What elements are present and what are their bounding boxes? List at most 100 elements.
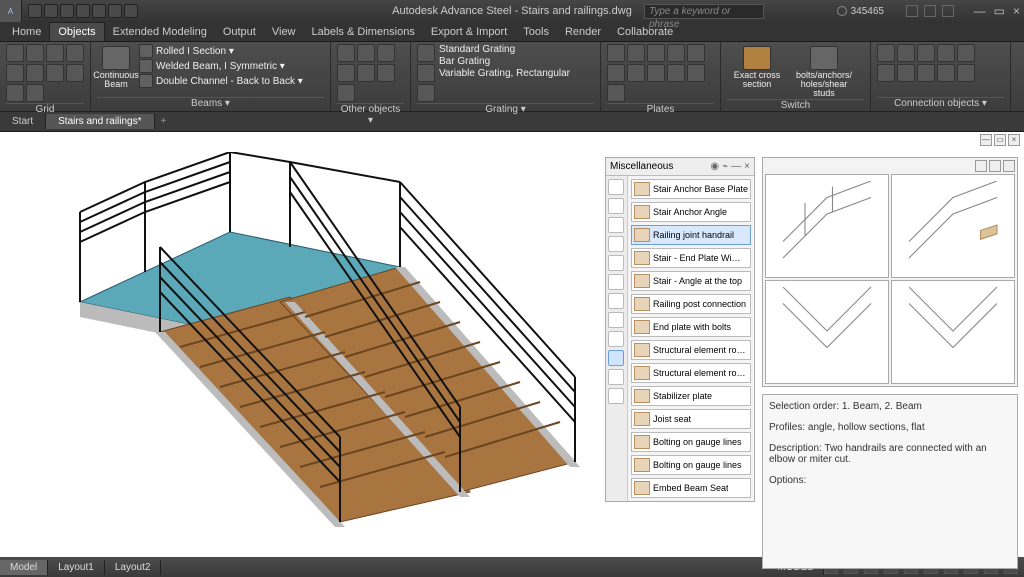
- palette-item[interactable]: Structural element ro…: [631, 363, 751, 383]
- obj-icon[interactable]: [377, 44, 395, 62]
- doc-tab-stairs[interactable]: Stairs and railings*: [46, 114, 154, 129]
- palette-item[interactable]: Stair Anchor Base Plate: [631, 179, 751, 199]
- conn-icon[interactable]: [877, 44, 895, 62]
- tab-output[interactable]: Output: [215, 23, 264, 41]
- palette-cat-icon[interactable]: [608, 274, 624, 290]
- grid-icon[interactable]: [6, 44, 24, 62]
- help-icon[interactable]: [924, 5, 936, 17]
- conn-icon[interactable]: [917, 64, 935, 82]
- qat-icon[interactable]: [44, 4, 58, 18]
- preview-close-icon[interactable]: [1003, 160, 1015, 172]
- palette-item[interactable]: Embed Beam Seat: [631, 478, 751, 498]
- palette-item[interactable]: Stair - Angle at the top: [631, 271, 751, 291]
- tab-labels-dimensions[interactable]: Labels & Dimensions: [304, 23, 423, 41]
- plate-icon[interactable]: [607, 44, 625, 62]
- palette-item[interactable]: Bolting on gauge lines: [631, 432, 751, 452]
- obj-icon[interactable]: [337, 44, 355, 62]
- minimize-button[interactable]: —: [974, 4, 986, 18]
- tab-render[interactable]: Render: [557, 23, 609, 41]
- grating-icon[interactable]: [417, 44, 435, 62]
- layout-tab-model[interactable]: Model: [0, 560, 48, 575]
- conn-icon[interactable]: [957, 64, 975, 82]
- user-account[interactable]: 345465: [837, 6, 884, 17]
- qat-icon[interactable]: [108, 4, 122, 18]
- doc-tab-start[interactable]: Start: [0, 114, 46, 129]
- variable-grating[interactable]: Variable Grating, Rectangular: [439, 68, 570, 79]
- conn-icon[interactable]: [957, 44, 975, 62]
- plate-icon[interactable]: [667, 44, 685, 62]
- obj-icon[interactable]: [357, 64, 375, 82]
- continuous-beam-button[interactable]: Continuous Beam: [97, 44, 135, 89]
- obj-icon[interactable]: [337, 84, 355, 102]
- palette-item[interactable]: Stair - End Plate Wi…: [631, 248, 751, 268]
- preview-thumb[interactable]: [765, 174, 889, 278]
- palette-cat-icon[interactable]: [608, 350, 624, 366]
- palette-cat-icon[interactable]: [608, 236, 624, 252]
- palette-header[interactable]: Miscellaneous ◉ ⌁ — ×: [606, 158, 754, 176]
- tab-home[interactable]: Home: [4, 23, 49, 41]
- new-tab-button[interactable]: +: [155, 116, 173, 127]
- layout-tab-1[interactable]: Layout1: [48, 560, 105, 575]
- close-button[interactable]: ×: [1013, 4, 1020, 18]
- grid-icon[interactable]: [6, 64, 24, 82]
- qat-icon[interactable]: [28, 4, 42, 18]
- camera-icon[interactable]: ◉: [710, 161, 719, 172]
- palette-item[interactable]: Bolting on gauge lines: [631, 455, 751, 475]
- help-dropdown-icon[interactable]: [942, 5, 954, 17]
- plate-icon[interactable]: [607, 84, 625, 102]
- search-input[interactable]: Type a keyword or phrase: [644, 4, 764, 19]
- grid-icon[interactable]: [46, 44, 64, 62]
- vp-min-icon[interactable]: —: [980, 134, 992, 146]
- conn-icon[interactable]: [917, 44, 935, 62]
- grid-icon[interactable]: [26, 44, 44, 62]
- tab-extended-modeling[interactable]: Extended Modeling: [105, 23, 215, 41]
- welded-beam[interactable]: Welded Beam, I Symmetric ▾: [139, 59, 303, 73]
- grid-icon[interactable]: [26, 84, 44, 102]
- minimize-icon[interactable]: —: [731, 161, 741, 172]
- preview-thumb[interactable]: [765, 280, 889, 384]
- tab-tools[interactable]: Tools: [515, 23, 557, 41]
- conn-icon[interactable]: [897, 44, 915, 62]
- grid-icon[interactable]: [26, 64, 44, 82]
- qat-icon[interactable]: [124, 4, 138, 18]
- panel-label[interactable]: Connection objects ▾: [877, 97, 1004, 111]
- grid-icon[interactable]: [66, 44, 84, 62]
- grid-icon[interactable]: [6, 84, 24, 102]
- exact-cross-section[interactable]: Exact cross section: [727, 44, 787, 89]
- maximize-button[interactable]: ▭: [994, 4, 1005, 18]
- grating-icon[interactable]: [417, 84, 435, 102]
- tab-view[interactable]: View: [264, 23, 304, 41]
- palette-cat-icon[interactable]: [608, 179, 624, 195]
- app-menu-button[interactable]: A: [0, 0, 22, 22]
- preview-thumb[interactable]: [891, 174, 1015, 278]
- panel-label[interactable]: Other objects ▾: [337, 103, 404, 117]
- plate-icon[interactable]: [687, 64, 705, 82]
- obj-icon[interactable]: [357, 44, 375, 62]
- double-channel[interactable]: Double Channel - Back to Back ▾: [139, 74, 303, 88]
- panel-label[interactable]: Grating ▾: [417, 103, 594, 115]
- preview-max-icon[interactable]: [989, 160, 1001, 172]
- preview-min-icon[interactable]: [975, 160, 987, 172]
- close-icon[interactable]: ×: [744, 161, 750, 172]
- palette-item[interactable]: Joist seat: [631, 409, 751, 429]
- palette-cat-icon[interactable]: [608, 388, 624, 404]
- palette-item[interactable]: Railing post connection: [631, 294, 751, 314]
- bolts-anchors[interactable]: bolts/anchors/ holes/shear studs: [789, 44, 859, 98]
- qat-icon[interactable]: [76, 4, 90, 18]
- plate-icon[interactable]: [687, 44, 705, 62]
- qat-icon[interactable]: [92, 4, 106, 18]
- palette-item[interactable]: Stair Anchor Angle: [631, 202, 751, 222]
- palette-cat-icon[interactable]: [608, 293, 624, 309]
- panel-label[interactable]: Beams ▾: [97, 97, 324, 111]
- preview-thumb[interactable]: [891, 280, 1015, 384]
- tab-export-import[interactable]: Export & Import: [423, 23, 515, 41]
- exchange-icon[interactable]: [906, 5, 918, 17]
- conn-icon[interactable]: [877, 64, 895, 82]
- grid-icon[interactable]: [46, 64, 64, 82]
- palette-cat-icon[interactable]: [608, 369, 624, 385]
- palette-item[interactable]: Railing joint handrail: [631, 225, 751, 245]
- palette-cat-icon[interactable]: [608, 198, 624, 214]
- rolled-i-section[interactable]: Rolled I Section ▾: [139, 44, 303, 58]
- palette-item[interactable]: Structural element ro…: [631, 340, 751, 360]
- palette-item[interactable]: End plate with bolts: [631, 317, 751, 337]
